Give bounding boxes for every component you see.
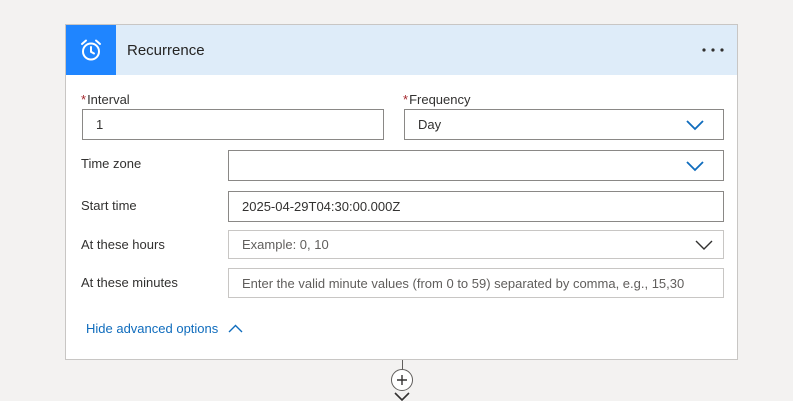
more-horizontal-icon bbox=[702, 48, 724, 52]
start-time-input[interactable]: 2025-04-29T04:30:00.000Z bbox=[228, 191, 724, 222]
arrow-down-icon bbox=[394, 392, 410, 401]
minutes-input[interactable]: Enter the valid minute values (from 0 to… bbox=[228, 268, 724, 298]
designer-canvas: Recurrence *Interval 1 *Frequency Day Ti… bbox=[0, 0, 793, 401]
minutes-label: At these minutes bbox=[81, 275, 178, 290]
hours-label: At these hours bbox=[81, 237, 165, 252]
recurrence-card: Recurrence *Interval 1 *Frequency Day Ti… bbox=[65, 24, 738, 360]
chevron-down-icon bbox=[686, 119, 704, 130]
chevron-down-icon bbox=[695, 240, 713, 250]
start-time-value: 2025-04-29T04:30:00.000Z bbox=[242, 199, 401, 214]
advanced-options-label: Hide advanced options bbox=[86, 321, 219, 336]
interval-value: 1 bbox=[96, 117, 104, 132]
frequency-label: *Frequency bbox=[403, 92, 470, 107]
alarm-clock-icon bbox=[81, 39, 101, 61]
hours-placeholder: Example: 0, 10 bbox=[242, 237, 329, 252]
chevron-up-icon bbox=[228, 324, 243, 333]
frequency-value: Day bbox=[418, 117, 442, 132]
hours-dropdown[interactable]: Example: 0, 10 bbox=[228, 230, 724, 259]
header-icon-box bbox=[66, 25, 116, 75]
hide-advanced-options-link[interactable]: Hide advanced options bbox=[86, 321, 243, 336]
more-options-button[interactable] bbox=[699, 38, 727, 62]
frequency-dropdown[interactable]: Day bbox=[404, 109, 724, 140]
chevron-down-icon bbox=[686, 160, 704, 171]
card-title: Recurrence bbox=[127, 41, 205, 59]
frequency-required-marker: * bbox=[403, 92, 409, 107]
interval-required-marker: * bbox=[81, 92, 87, 107]
time-zone-dropdown[interactable] bbox=[228, 150, 724, 181]
minutes-placeholder: Enter the valid minute values (from 0 to… bbox=[242, 275, 685, 291]
card-header[interactable]: Recurrence bbox=[66, 25, 737, 75]
add-step-button[interactable] bbox=[391, 369, 413, 391]
plus-icon bbox=[397, 375, 407, 385]
interval-input[interactable]: 1 bbox=[82, 109, 384, 140]
time-zone-label: Time zone bbox=[81, 156, 142, 171]
interval-label-text: Interval bbox=[87, 92, 130, 107]
frequency-label-text: Frequency bbox=[409, 92, 471, 107]
interval-label: *Interval bbox=[81, 92, 130, 107]
start-time-label: Start time bbox=[81, 198, 137, 213]
